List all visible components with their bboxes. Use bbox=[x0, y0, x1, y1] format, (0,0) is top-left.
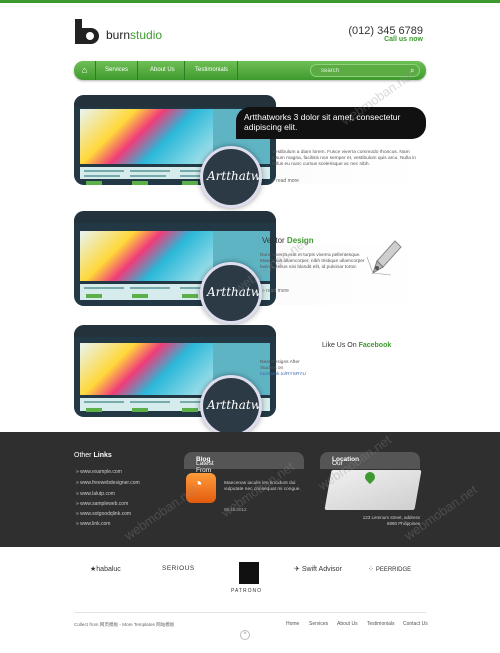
footer-nav-contact[interactable]: Contact Us bbox=[403, 621, 428, 627]
nav-home[interactable]: ⌂ bbox=[74, 61, 96, 80]
footer-link[interactable]: » www.link.com bbox=[76, 521, 110, 527]
bird-icon: ✈ bbox=[294, 566, 300, 573]
blog-date: 05.10.2012 bbox=[224, 507, 247, 512]
facebook-link[interactable]: facebook.to/RYSRYL! bbox=[260, 372, 307, 378]
footer-link[interactable]: » www.sotgoodqlink.com bbox=[76, 511, 131, 517]
partner-label: PEERRIDGE bbox=[375, 567, 412, 573]
call-us-label: Call us now bbox=[384, 36, 423, 43]
logo-suffix: studio bbox=[130, 28, 163, 42]
search-box: ⌕ bbox=[310, 64, 420, 77]
facebook-text: Neal Resigns After Student on bbox=[260, 360, 300, 371]
footer-nav-testimonials[interactable]: Testimonials bbox=[367, 621, 395, 627]
footer-nav-services[interactable]: Services bbox=[309, 621, 328, 627]
logo-wordmark[interactable]: burnstudio bbox=[106, 28, 162, 42]
footer-link[interactable]: » www.sampleweb.com bbox=[76, 501, 128, 507]
title-prefix: Like Us On bbox=[322, 342, 357, 349]
logo-prefix: burn bbox=[106, 28, 131, 42]
partner-logo-habaluc[interactable]: ★habaluc bbox=[90, 565, 121, 573]
other-links-title: Other Links bbox=[74, 452, 112, 459]
location-header: Our Location bbox=[320, 452, 420, 469]
slide-title-2: Vector Design bbox=[262, 236, 314, 245]
magnifier-circle: Artthatw bbox=[200, 146, 262, 208]
title-highlight: Design bbox=[286, 236, 314, 245]
slide-text-1: Vestibulum a diam lorem. Fusce viverra c… bbox=[272, 150, 416, 167]
site-header: burnstudio (012) 345 6789 Call us now bbox=[0, 3, 500, 59]
rss-icon[interactable]: ◔ bbox=[186, 473, 216, 503]
footer-link[interactable]: » www.freewebdesigner.com bbox=[76, 480, 140, 486]
nav-item-testimonials[interactable]: Testimonials bbox=[186, 61, 239, 80]
main-nav: ⌂ Services About Us Testimonials ⌕ bbox=[74, 61, 426, 80]
magnifier-text: Artthatw bbox=[207, 169, 262, 183]
blog-header: Latest From The Blog bbox=[184, 452, 304, 481]
pen-tool-icon bbox=[366, 240, 402, 276]
partner-label: habaluc bbox=[96, 566, 121, 573]
magnifier-circle: Artthatw bbox=[200, 375, 262, 437]
footer-nav-about[interactable]: About Us bbox=[337, 621, 358, 627]
magnifier-text: Artthatw bbox=[207, 398, 262, 412]
partner-logo-peerridge[interactable]: ⁘ PEERRIDGE bbox=[368, 565, 411, 573]
logo-icon[interactable] bbox=[73, 19, 101, 45]
location-title: Our Location bbox=[332, 456, 359, 467]
partner-logo-serious[interactable]: SERIOUS bbox=[162, 565, 195, 572]
footer-link[interactable]: » www.lalutp.com bbox=[76, 491, 115, 497]
copyright-text: Collect from 网页模板 - More Templates 网站模板 bbox=[74, 622, 175, 627]
magnifier-circle: Artthatw bbox=[200, 262, 262, 324]
read-more-link-2[interactable]: » read more bbox=[262, 288, 289, 294]
dots-icon: ⁘ bbox=[368, 566, 374, 573]
blog-title: Latest From The Blog bbox=[196, 456, 214, 481]
title-prefix: Other bbox=[74, 452, 92, 459]
magnifier-text: Artthatw bbox=[207, 285, 262, 299]
slide-text-2: Nunc viverra erat et turpis viverra pell… bbox=[260, 253, 365, 270]
facebook-title: Like Us On Facebook bbox=[322, 342, 391, 349]
title-prefix: Vector bbox=[262, 236, 285, 245]
title-highlight: Links bbox=[93, 452, 112, 459]
partner-label: Swift Advisor bbox=[301, 566, 342, 573]
search-input[interactable] bbox=[321, 66, 401, 76]
slide-headline-banner: Artthatworks 3 dolor sit amet, consectet… bbox=[236, 107, 426, 139]
read-more-link-1[interactable]: » read more bbox=[272, 178, 299, 184]
search-icon[interactable]: ⌕ bbox=[410, 66, 414, 76]
footer-link[interactable]: » www.example.com bbox=[76, 469, 122, 475]
nav-item-services[interactable]: Services bbox=[96, 61, 139, 80]
partner-logo-patrono[interactable]: PATRONO bbox=[231, 562, 261, 594]
scroll-top-button[interactable]: ^ bbox=[240, 630, 250, 640]
partner-logo-swift[interactable]: ✈ Swift Advisor bbox=[294, 565, 342, 573]
blog-excerpt: Maecenas iaculis leo tincidunt dui vulpu… bbox=[224, 481, 301, 492]
slide-headline: Artthatworks 3 dolor sit amet, consectet… bbox=[244, 112, 401, 132]
footer-nav-home[interactable]: Home bbox=[286, 621, 299, 627]
partner-label: PATRONO bbox=[231, 588, 262, 594]
nav-item-about[interactable]: About Us bbox=[141, 61, 185, 80]
footer-divider bbox=[74, 612, 426, 613]
home-icon: ⌂ bbox=[81, 65, 88, 75]
address-text: 123 Lemnum street, address 8880 Philippi… bbox=[362, 515, 420, 526]
title-prefix: Our bbox=[332, 460, 343, 467]
title-highlight: Facebook bbox=[358, 342, 392, 349]
